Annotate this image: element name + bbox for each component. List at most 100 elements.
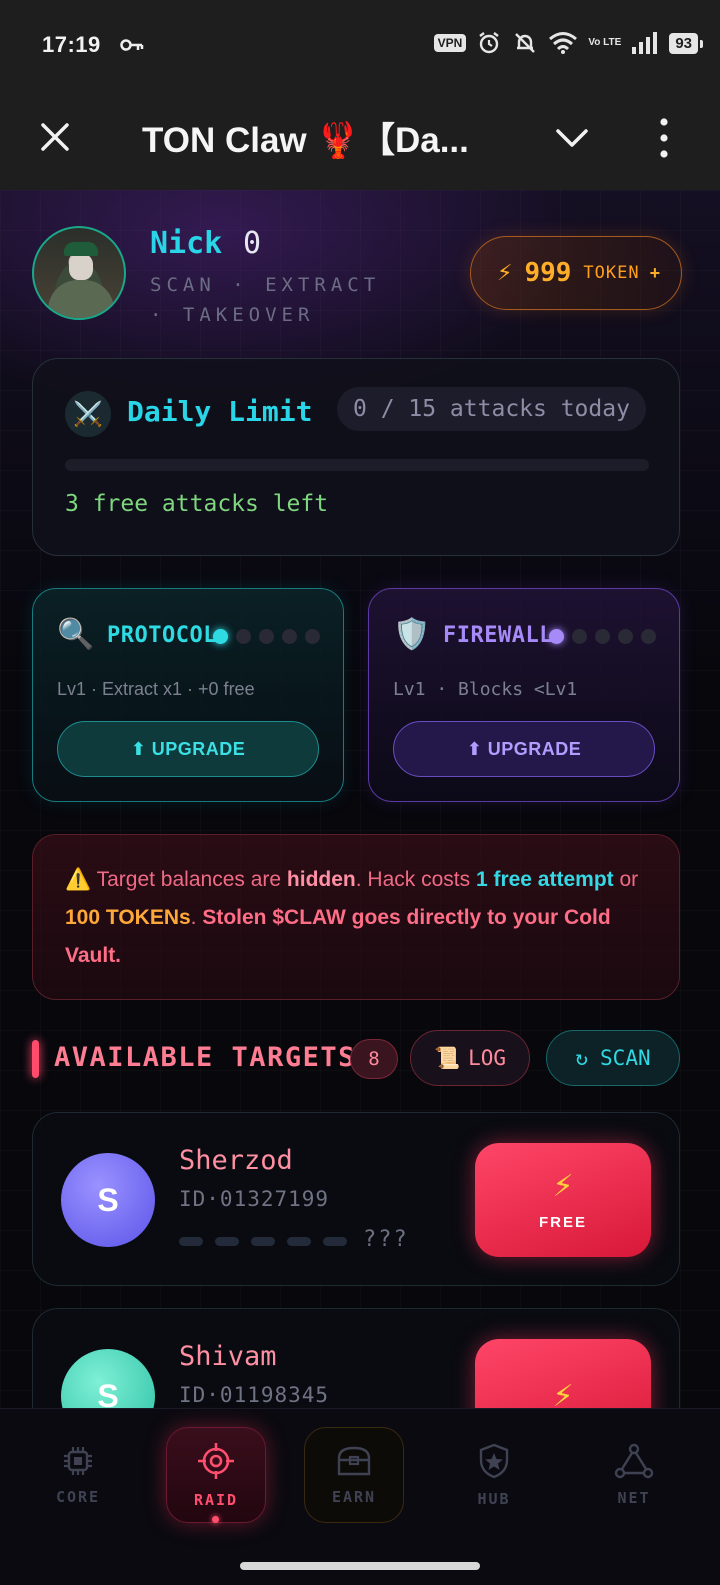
warning-text: ⚠️ Target balances are hidden. Hack cost…	[65, 861, 647, 975]
chip-icon	[64, 1447, 92, 1475]
level-dot	[282, 629, 297, 644]
level-dot	[618, 629, 633, 644]
nav-net-label: NET	[617, 1489, 651, 1507]
hidden-balance-placeholder	[179, 1237, 347, 1246]
bottom-nav: CORE RAID EARN HUB NET	[0, 1408, 720, 1548]
daily-attack-count: 0 / 15 attacks today	[337, 387, 646, 431]
firewall-card: 🛡️ FIREWALL Lv1 · Blocks <Lv1 ⬆ UPGRADE	[368, 588, 680, 802]
target-avatar: S	[61, 1153, 155, 1247]
level-dot	[305, 629, 320, 644]
targets-title: AVAILABLE TARGETS	[54, 1042, 356, 1073]
protocol-level-dots	[213, 629, 320, 644]
nav-core[interactable]: CORE	[28, 1427, 128, 1523]
redacted-dash	[251, 1237, 275, 1246]
redacted-dash	[179, 1237, 203, 1246]
status-time: 17:19	[42, 32, 101, 57]
close-icon[interactable]	[34, 116, 76, 158]
target-name: Shivam	[179, 1341, 277, 1372]
protocol-card: 🔍 PROTOCOL Lv1 · Extract x1 · +0 free ⬆ …	[32, 588, 344, 802]
title-bar: TON Claw 🦞【Da...	[0, 92, 720, 190]
daily-limit-card: ⚔️ Daily Limit 0 / 15 attacks today 3 fr…	[32, 358, 680, 556]
level-dot	[572, 629, 587, 644]
redacted-dash	[323, 1237, 347, 1246]
mute-bell-icon	[515, 33, 536, 53]
battery-indicator: 93	[669, 32, 703, 54]
alarm-icon	[479, 32, 500, 54]
target-card[interactable]: S Shivam ID·01198345 ⚡	[32, 1308, 680, 1410]
signal-icon	[632, 32, 658, 54]
profile-tagline: SCAN · EXTRACT · TAKEOVER	[150, 274, 381, 326]
token-unit: TOKEN	[583, 263, 640, 283]
key-icon	[120, 39, 144, 51]
scan-button[interactable]: ↻ SCAN	[546, 1030, 680, 1086]
attack-button[interactable]: ⚡ FREE	[475, 1143, 651, 1257]
status-icons: VPN Vo LTE 93	[433, 30, 703, 56]
target-name: Sherzod	[179, 1145, 293, 1176]
nav-raid-label: RAID	[193, 1491, 239, 1509]
nav-hub-label: HUB	[477, 1490, 511, 1508]
section-accent-bar	[32, 1040, 39, 1078]
add-token-icon: +	[649, 262, 661, 283]
daily-progress-bar	[65, 459, 649, 471]
level-dot	[549, 629, 564, 644]
protocol-title: PROTOCOL	[107, 623, 217, 648]
firewall-description: Lv1 · Blocks <Lv1	[393, 679, 578, 700]
level-dot	[641, 629, 656, 644]
warning-hidden: hidden	[286, 868, 356, 891]
crosshair-icon	[198, 1443, 234, 1479]
level-dot	[213, 629, 228, 644]
more-menu-icon[interactable]	[652, 114, 676, 162]
nav-earn-label: EARN	[331, 1488, 377, 1506]
network-icon	[614, 1443, 654, 1479]
home-indicator[interactable]	[240, 1562, 480, 1570]
protocol-upgrade-button[interactable]: ⬆ UPGRADE	[57, 721, 319, 777]
daily-limit-title: Daily Limit	[127, 395, 313, 428]
chest-icon	[337, 1446, 371, 1476]
bolt-icon: ⚡	[552, 1170, 574, 1203]
nav-hub[interactable]: HUB	[444, 1427, 544, 1523]
active-nav-indicator	[212, 1516, 219, 1523]
refresh-icon: ↻	[575, 1046, 589, 1070]
profile-avatar[interactable]	[32, 226, 126, 320]
crossed-swords-icon: ⚔️	[65, 391, 111, 437]
nav-core-label: CORE	[55, 1488, 101, 1506]
warning-segment: or	[613, 868, 639, 891]
scroll-icon: 📜	[433, 1045, 461, 1070]
volte-indicator: Vo LTE	[588, 37, 622, 48]
token-value: 999	[524, 258, 572, 288]
app-content: Nick 0 SCAN · EXTRACT · TAKEOVER ⚡ 999 T…	[0, 190, 720, 1410]
target-card[interactable]: S Sherzod ID·01327199 ??? ⚡ FREE	[32, 1112, 680, 1286]
redacted-dash	[215, 1237, 239, 1246]
hidden-balance: ???	[363, 1227, 409, 1252]
log-button[interactable]: 📜 LOG	[410, 1030, 530, 1086]
nav-earn[interactable]: EARN	[304, 1427, 404, 1523]
free-attacks-left: 3 free attacks left	[65, 491, 329, 517]
warning-segment: . Hack costs	[355, 868, 476, 891]
attack-button[interactable]: ⚡	[475, 1339, 651, 1410]
wifi-icon	[549, 32, 578, 54]
protocol-description: Lv1 · Extract x1 · +0 free	[57, 679, 255, 699]
target-id: ID·01327199	[179, 1187, 330, 1211]
profile-name: Nick	[150, 226, 223, 261]
magnifier-icon: 🔍	[57, 618, 95, 651]
targets-count-badge: 8	[350, 1039, 398, 1079]
firewall-upgrade-button[interactable]: ⬆ UPGRADE	[393, 721, 655, 777]
warning-segment: Target balances are	[91, 868, 287, 891]
warning-free-attempt: 1 free attempt	[475, 868, 614, 891]
shield-star-icon	[479, 1443, 509, 1479]
target-avatar: S	[61, 1349, 155, 1410]
firewall-level-dots	[549, 629, 656, 644]
token-balance-button[interactable]: ⚡ 999 TOKEN +	[470, 236, 682, 310]
nav-net[interactable]: NET	[584, 1427, 684, 1523]
chevron-down-icon[interactable]	[552, 118, 592, 158]
bolt-icon: ⚡	[497, 260, 513, 285]
level-dot	[259, 629, 274, 644]
target-id: ID·01198345	[179, 1383, 330, 1407]
warning-segment: .	[190, 906, 203, 929]
vpn-badge: VPN	[433, 34, 467, 52]
shield-icon: 🛡️	[393, 618, 431, 651]
warning-icon: ⚠️	[65, 868, 92, 891]
level-dot	[595, 629, 610, 644]
level-dot	[236, 629, 251, 644]
nav-raid[interactable]: RAID	[166, 1427, 266, 1523]
